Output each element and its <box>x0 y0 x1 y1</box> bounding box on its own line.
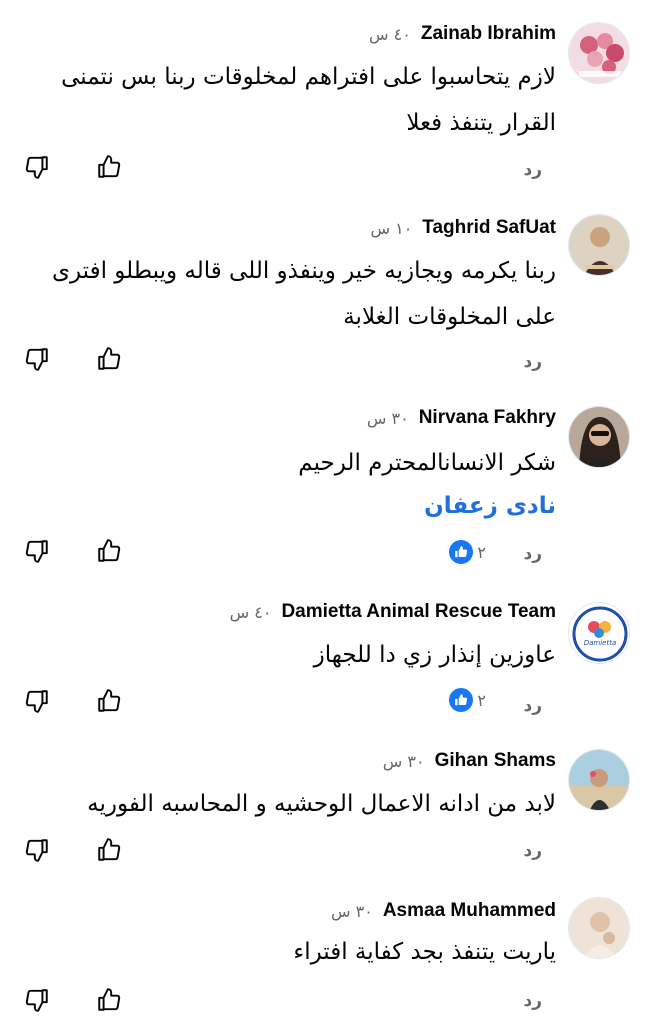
comment-text: ياريت يتنفذ بجد كفاية افتراء <box>293 939 556 965</box>
comment-header: Asmaa Muhammed ٣٠ س <box>331 897 556 925</box>
avatar[interactable] <box>568 22 630 84</box>
dislike-icon[interactable] <box>22 536 52 566</box>
like-reaction-icon <box>449 540 474 564</box>
avatar[interactable]: Damietta <box>568 602 630 664</box>
author-name[interactable]: Taghrid SafUat <box>422 217 556 239</box>
comment-text: ربنا يكرمه ويجازيه خير وينفذو اللى قاله … <box>51 258 556 330</box>
avatar[interactable] <box>568 749 630 811</box>
comment-item: Zainab Ibrahim ٤٠ س لازم يتحاسبوا على اف… <box>0 0 650 200</box>
reply-button[interactable]: رد <box>523 544 542 564</box>
dislike-icon[interactable] <box>22 686 52 716</box>
comment-header: Zainab Ibrahim ٤٠ س <box>369 20 556 48</box>
comment-text: عاوزين إنذار زي دا للجهاز <box>313 642 556 668</box>
like-icon[interactable] <box>94 344 124 374</box>
comment-item: Damietta Damietta Animal Rescue Team ٤٠ … <box>0 590 650 735</box>
avatar[interactable] <box>568 406 630 468</box>
dislike-icon[interactable] <box>22 152 52 182</box>
comment-text: لابد من ادانه الاعمال الوحشيه و المحاسبه… <box>87 791 556 817</box>
reaction-count: ٢ <box>477 690 486 710</box>
reply-button[interactable]: رد <box>523 841 542 861</box>
mentioned-user-link[interactable]: نادى زعفان <box>424 486 556 526</box>
svg-text:Damietta: Damietta <box>584 639 617 647</box>
comment-item: Taghrid SafUat ١٠ س ربنا يكرمه ويجازيه خ… <box>0 200 650 390</box>
reply-button[interactable]: رد <box>523 160 542 180</box>
comment-time[interactable]: ٣٠ س <box>367 409 409 428</box>
comment-text: شكر الانسانالمحترم الرحيم <box>298 450 556 476</box>
comment-item: Asmaa Muhammed ٣٠ س ياريت يتنفذ بجد كفاي… <box>0 885 650 1024</box>
author-name[interactable]: Nirvana Fakhry <box>419 407 556 429</box>
reaction-count: ٢ <box>477 542 486 562</box>
avatar[interactable] <box>568 214 630 276</box>
avatar[interactable] <box>568 897 630 959</box>
reply-button[interactable]: رد <box>523 352 542 372</box>
comment-time[interactable]: ٤٠ س <box>230 603 272 622</box>
dislike-icon[interactable] <box>22 835 52 865</box>
reaction-summary[interactable]: ٢ <box>449 540 486 564</box>
like-icon[interactable] <box>94 536 124 566</box>
author-name[interactable]: Asmaa Muhammed <box>383 900 556 922</box>
like-icon[interactable] <box>94 686 124 716</box>
dislike-icon[interactable] <box>22 985 52 1015</box>
comment-item: Nirvana Fakhry ٣٠ س شكر الانسانالمحترم ا… <box>0 390 650 590</box>
like-icon[interactable] <box>94 152 124 182</box>
like-icon[interactable] <box>94 985 124 1015</box>
author-name[interactable]: Zainab Ibrahim <box>421 23 556 45</box>
like-icon[interactable] <box>94 835 124 865</box>
comment-time[interactable]: ١٠ س <box>370 219 412 238</box>
reaction-summary[interactable]: ٢ <box>449 688 486 712</box>
like-reaction-icon <box>449 688 474 712</box>
author-name[interactable]: Gihan Shams <box>435 750 556 772</box>
comment-time[interactable]: ٣٠ س <box>331 902 373 921</box>
comment-item: Gihan Shams ٣٠ س لابد من ادانه الاعمال ا… <box>0 735 650 885</box>
reply-button[interactable]: رد <box>523 696 542 716</box>
comment-header: Nirvana Fakhry ٣٠ س <box>367 404 556 432</box>
comment-time[interactable]: ٣٠ س <box>383 752 425 771</box>
comment-header: Taghrid SafUat ١٠ س <box>370 214 556 242</box>
comment-header: Gihan Shams ٣٠ س <box>383 747 556 775</box>
dislike-icon[interactable] <box>22 344 52 374</box>
reply-button[interactable]: رد <box>523 991 542 1011</box>
comment-time[interactable]: ٤٠ س <box>369 25 411 44</box>
author-name[interactable]: Damietta Animal Rescue Team <box>281 601 556 623</box>
comment-text: لازم يتحاسبوا على افتراهم لمخلوقات ربنا … <box>61 64 556 136</box>
comment-header: Damietta Animal Rescue Team ٤٠ س <box>230 598 556 626</box>
